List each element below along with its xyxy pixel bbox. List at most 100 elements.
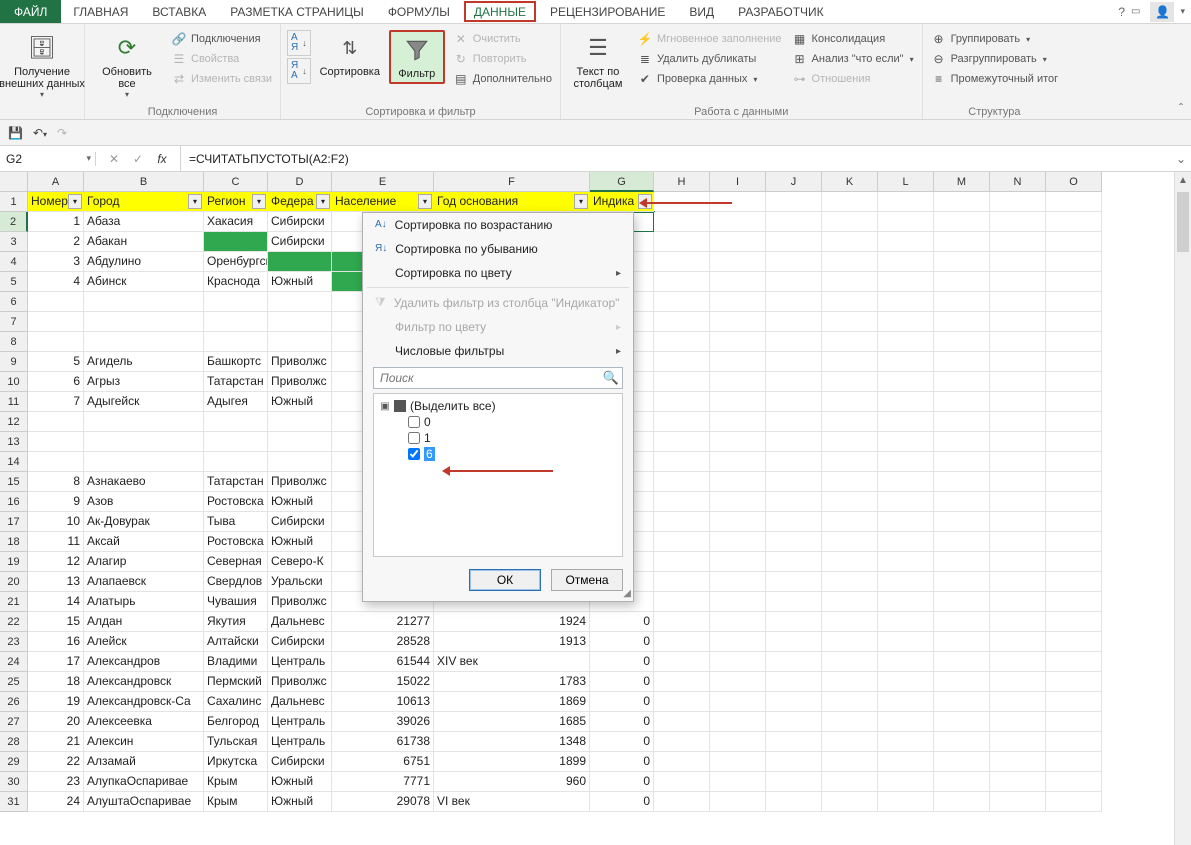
cell[interactable] — [268, 292, 332, 312]
cell[interactable] — [766, 452, 822, 472]
subtotal-button[interactable]: ≡Промежуточный итог — [929, 70, 1061, 88]
cell[interactable] — [710, 552, 766, 572]
col-header-I[interactable]: I — [710, 172, 766, 192]
cell[interactable] — [654, 792, 710, 812]
cell[interactable] — [766, 212, 822, 232]
cell[interactable] — [1046, 492, 1102, 512]
tab-page-layout[interactable]: РАЗМЕТКА СТРАНИЦЫ — [218, 0, 376, 23]
cell[interactable] — [710, 692, 766, 712]
cell[interactable] — [710, 512, 766, 532]
cell[interactable] — [654, 272, 710, 292]
cell[interactable]: 1924 — [434, 612, 590, 632]
cell[interactable] — [710, 612, 766, 632]
cell[interactable] — [990, 672, 1046, 692]
cell[interactable]: Алтайски — [204, 632, 268, 652]
cell[interactable] — [766, 572, 822, 592]
cell[interactable] — [204, 432, 268, 452]
cell[interactable]: Централь — [268, 712, 332, 732]
col-header-F[interactable]: F — [434, 172, 590, 192]
cell[interactable]: 15022 — [332, 672, 434, 692]
cell[interactable] — [822, 692, 878, 712]
cell[interactable]: 1899 — [434, 752, 590, 772]
row-header[interactable]: 21 — [0, 592, 28, 612]
cell[interactable] — [654, 712, 710, 732]
cell[interactable]: Александров — [84, 652, 204, 672]
cell[interactable] — [710, 792, 766, 812]
cell[interactable]: 1348 — [434, 732, 590, 752]
tab-home[interactable]: ГЛАВНАЯ — [61, 0, 140, 23]
fx-button[interactable]: fx — [152, 152, 172, 166]
cell[interactable] — [990, 772, 1046, 792]
col-header-N[interactable]: N — [990, 172, 1046, 192]
cell[interactable] — [1046, 252, 1102, 272]
cell[interactable] — [710, 312, 766, 332]
cell[interactable]: Ак-Довурак — [84, 512, 204, 532]
cell[interactable] — [204, 412, 268, 432]
cell[interactable] — [822, 572, 878, 592]
col-header-B[interactable]: B — [84, 172, 204, 192]
cell[interactable] — [654, 632, 710, 652]
cell[interactable]: 10 — [28, 512, 84, 532]
row-header[interactable]: 31 — [0, 792, 28, 812]
cell[interactable] — [990, 752, 1046, 772]
cell[interactable] — [934, 352, 990, 372]
cell[interactable] — [878, 692, 934, 712]
undo-button[interactable]: ↶▾ — [33, 126, 47, 140]
cell[interactable]: 1869 — [434, 692, 590, 712]
cell[interactable] — [654, 512, 710, 532]
cell[interactable]: Пермский — [204, 672, 268, 692]
cell[interactable] — [878, 732, 934, 752]
cell[interactable]: Южный — [268, 532, 332, 552]
cell[interactable] — [990, 272, 1046, 292]
cell[interactable]: Азнакаево — [84, 472, 204, 492]
cell[interactable] — [878, 532, 934, 552]
cell[interactable] — [654, 532, 710, 552]
cell[interactable] — [878, 772, 934, 792]
cell[interactable] — [934, 212, 990, 232]
cell[interactable]: Крым — [204, 772, 268, 792]
cell[interactable] — [710, 472, 766, 492]
cell[interactable] — [822, 292, 878, 312]
cell[interactable]: Централь — [268, 652, 332, 672]
cell[interactable] — [654, 232, 710, 252]
cell[interactable]: Сибирски — [268, 512, 332, 532]
cell[interactable]: Адыгея — [204, 392, 268, 412]
cell[interactable]: Абакан — [84, 232, 204, 252]
cell[interactable] — [878, 612, 934, 632]
col-header-H[interactable]: H — [654, 172, 710, 192]
cell[interactable] — [1046, 752, 1102, 772]
cell[interactable] — [654, 772, 710, 792]
cell[interactable] — [878, 652, 934, 672]
cell[interactable] — [654, 492, 710, 512]
cell[interactable] — [878, 292, 934, 312]
cell[interactable] — [1046, 612, 1102, 632]
cell[interactable]: 13 — [28, 572, 84, 592]
cell[interactable]: 1913 — [434, 632, 590, 652]
cell[interactable] — [878, 252, 934, 272]
cell[interactable]: Агидель — [84, 352, 204, 372]
cell[interactable] — [990, 312, 1046, 332]
cell[interactable]: Абаза — [84, 212, 204, 232]
cell[interactable] — [710, 672, 766, 692]
cell[interactable] — [268, 432, 332, 452]
cell[interactable]: 0 — [590, 652, 654, 672]
cell[interactable] — [934, 652, 990, 672]
row-header[interactable]: 3 — [0, 232, 28, 252]
cell[interactable] — [654, 572, 710, 592]
cell[interactable] — [710, 572, 766, 592]
row-header[interactable]: 6 — [0, 292, 28, 312]
worksheet-grid[interactable]: ABCDEFGHIJKLMNO 123456789101112131415161… — [0, 172, 1191, 845]
cell[interactable] — [822, 232, 878, 252]
cell[interactable]: Южный — [268, 392, 332, 412]
row-headers[interactable]: 1234567891011121314151617181920212223242… — [0, 192, 28, 812]
column-headers[interactable]: ABCDEFGHIJKLMNO — [28, 172, 1102, 192]
cell[interactable]: Хакасия — [204, 212, 268, 232]
cell[interactable] — [766, 312, 822, 332]
sort-button[interactable]: ⇅ Сортировка — [317, 30, 383, 80]
cell[interactable]: 2 — [28, 232, 84, 252]
cell[interactable] — [766, 412, 822, 432]
cell[interactable]: 61738 — [332, 732, 434, 752]
cancel-formula-button[interactable]: ✕ — [104, 152, 124, 166]
cell[interactable] — [990, 472, 1046, 492]
cell[interactable]: 14 — [28, 592, 84, 612]
